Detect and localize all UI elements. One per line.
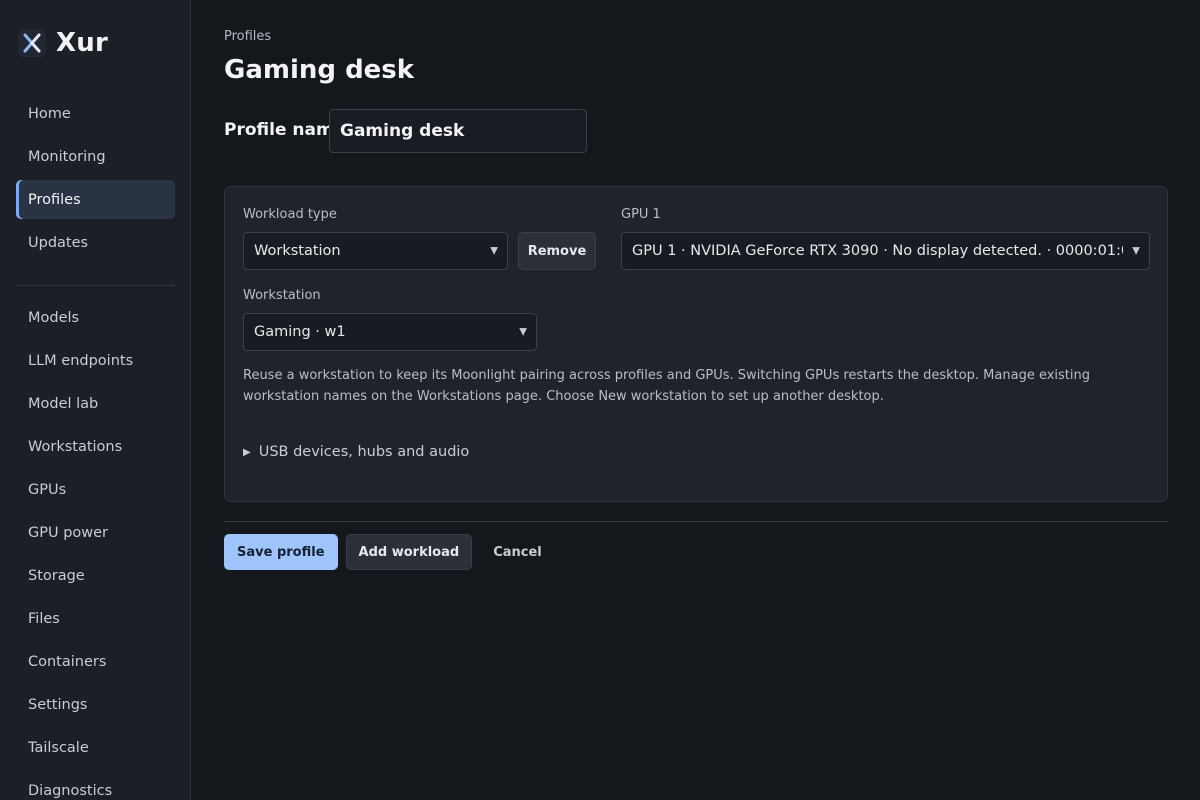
sidebar-item-settings[interactable]: Settings — [16, 685, 175, 724]
chevron-down-icon: ▼ — [519, 326, 527, 338]
sidebar-item-monitoring[interactable]: Monitoring — [16, 137, 175, 176]
sidebar-nav-primary: Home Monitoring Profiles Updates — [16, 94, 175, 266]
breadcrumb[interactable]: Profiles — [224, 29, 271, 44]
cancel-button[interactable]: Cancel — [480, 534, 555, 570]
usb-devices-disclosure[interactable]: ▶ USB devices, hubs and audio — [243, 444, 469, 460]
workstation-select-value: Gaming · w1 — [254, 324, 346, 340]
actions-divider — [224, 521, 1168, 522]
workstation-select[interactable]: Gaming · w1 ▼ — [243, 313, 537, 351]
sidebar-item-model-lab[interactable]: Model lab — [16, 384, 175, 423]
sidebar-item-containers[interactable]: Containers — [16, 642, 175, 681]
workstation-help-text: Reuse a workstation to keep its Moonligh… — [243, 368, 1090, 404]
add-workload-button[interactable]: Add workload — [345, 534, 473, 570]
remove-workload-button[interactable]: Remove — [518, 232, 596, 270]
sidebar-item-files[interactable]: Files — [16, 599, 175, 638]
sidebar: Xur Home Monitoring Profiles Updates Mod… — [0, 0, 191, 800]
sidebar-item-workstations[interactable]: Workstations — [16, 427, 175, 466]
sidebar-item-gpu-power[interactable]: GPU power — [16, 513, 175, 552]
usb-devices-label: USB devices, hubs and audio — [258, 444, 470, 460]
profile-name-label: Profile name — [224, 120, 346, 140]
workstation-label: Workstation — [243, 288, 321, 303]
form-actions: Save profile Add workload Cancel — [224, 534, 555, 570]
sidebar-item-llm-endpoints[interactable]: LLM endpoints — [16, 341, 175, 380]
sidebar-item-profiles[interactable]: Profiles — [16, 180, 175, 219]
sidebar-item-diagnostics[interactable]: Diagnostics — [16, 771, 175, 800]
brand-name: Xur — [56, 28, 108, 58]
brand[interactable]: Xur — [18, 28, 108, 58]
workload-card: Workload type Workstation ▼ Remove GPU 1… — [224, 186, 1168, 502]
sidebar-item-tailscale[interactable]: Tailscale — [16, 728, 175, 767]
workload-type-select[interactable]: Workstation ▼ — [243, 232, 508, 270]
save-profile-button[interactable]: Save profile — [224, 534, 338, 570]
sidebar-item-models[interactable]: Models — [16, 298, 175, 337]
main-content: Profiles Gaming desk Profile name Worklo… — [191, 0, 1200, 800]
workload-type-label: Workload type — [243, 207, 337, 222]
gpu-label: GPU 1 — [621, 207, 661, 222]
sidebar-item-gpus[interactable]: GPUs — [16, 470, 175, 509]
app-root: Xur Home Monitoring Profiles Updates Mod… — [0, 0, 1200, 800]
sidebar-nav-secondary: Models LLM endpoints Model lab Workstati… — [16, 298, 175, 800]
gpu-select[interactable]: GPU 1 · NVIDIA GeForce RTX 3090 · No dis… — [621, 232, 1150, 270]
sidebar-item-storage[interactable]: Storage — [16, 556, 175, 595]
gpu-select-value: GPU 1 · NVIDIA GeForce RTX 3090 · No dis… — [632, 243, 1123, 259]
chevron-down-icon: ▼ — [1132, 245, 1140, 257]
workload-type-value: Workstation — [254, 243, 341, 259]
page-title: Gaming desk — [224, 55, 415, 85]
sidebar-divider — [16, 285, 175, 286]
sidebar-item-updates[interactable]: Updates — [16, 223, 175, 262]
chevron-down-icon: ▼ — [490, 245, 498, 257]
sidebar-item-home[interactable]: Home — [16, 94, 175, 133]
profile-name-input[interactable] — [329, 109, 587, 153]
x-logo-icon — [18, 29, 46, 57]
triangle-right-icon: ▶ — [243, 446, 251, 458]
